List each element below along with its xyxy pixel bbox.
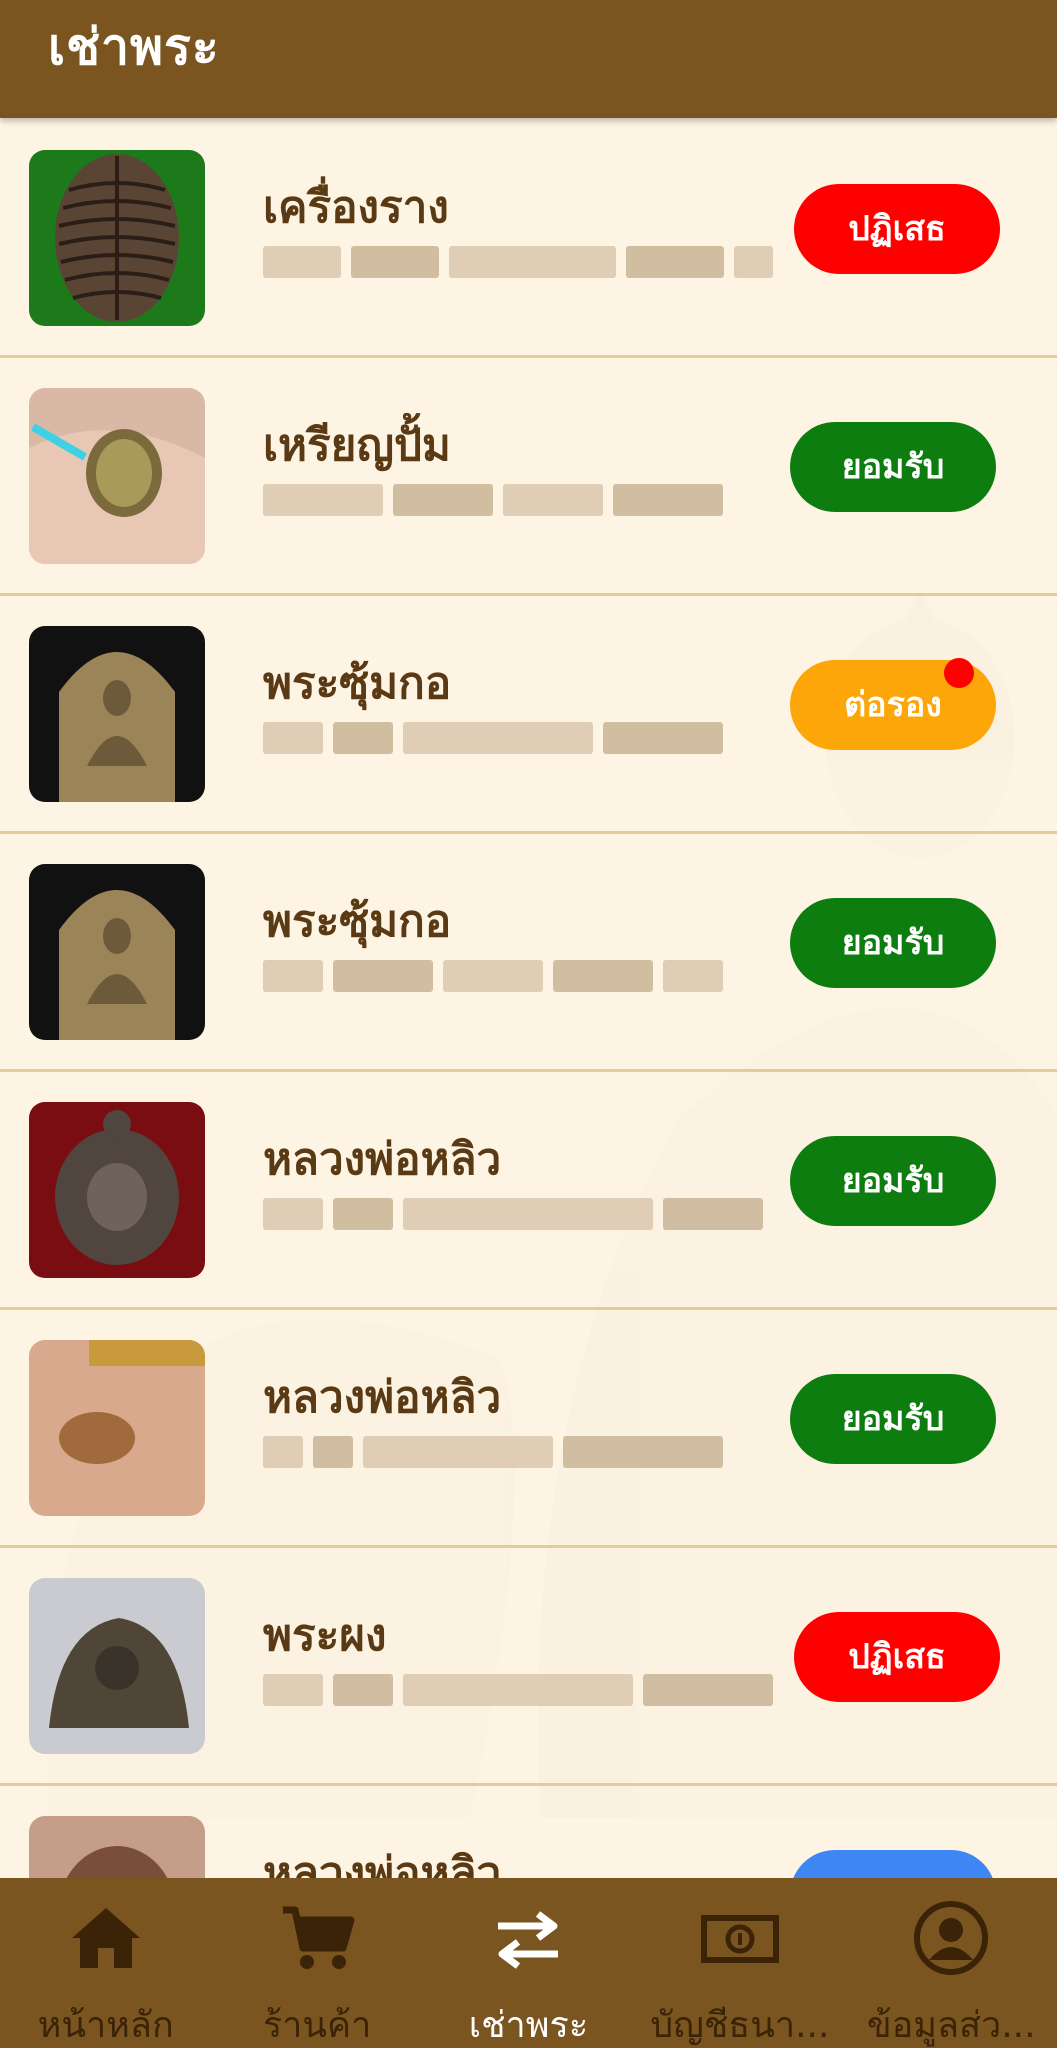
status-button[interactable]: ปฏิเสธ — [794, 1612, 1000, 1702]
item-thumbnail — [29, 1340, 205, 1516]
item-subtitle-redacted — [263, 1432, 773, 1472]
status-button[interactable]: ต่อรอง — [790, 658, 996, 750]
item-subtitle-redacted — [263, 480, 773, 520]
nav-label: หน้าหลัก — [37, 2005, 174, 2046]
item-thumbnail — [29, 1578, 205, 1754]
app-header: เช่าพระ — [0, 0, 1057, 118]
nav-bank-account[interactable]: บัญชีธนา... — [634, 1878, 845, 2048]
item-title: พระผง — [263, 1610, 387, 1661]
list-item[interactable]: เครื่องราง ปฏิเสธ — [0, 120, 1057, 358]
user-icon — [911, 1898, 991, 1978]
list-item[interactable]: พระผง ปฏิเสธ — [0, 1548, 1057, 1786]
swap-arrows-icon — [488, 1898, 568, 1978]
item-title: พระซุ้มกอ — [263, 658, 452, 709]
item-title: เหรียญปั้ม — [263, 420, 451, 471]
status-button[interactable]: ยอมรับ — [790, 898, 996, 988]
item-title: เครื่องราง — [263, 182, 449, 233]
status-button[interactable]: ยอมรับ — [790, 1374, 996, 1464]
item-thumbnail — [29, 150, 205, 326]
item-title: พระซุ้มกอ — [263, 896, 452, 947]
money-icon — [700, 1898, 780, 1978]
item-thumbnail — [29, 388, 205, 564]
nav-shop[interactable]: ร้านค้า — [211, 1878, 422, 2048]
home-icon — [66, 1898, 146, 1978]
notification-dot — [944, 658, 974, 688]
item-title: หลวงพ่อหลิว — [263, 1134, 502, 1185]
list-item[interactable]: พระซุ้มกอ ยอมรับ — [0, 834, 1057, 1072]
bottom-navigation: หน้าหลัก ร้านค้า เช่าพระ บัญชีธนา... ข้อ… — [0, 1878, 1057, 2048]
rental-list: เครื่องราง ปฏิเสธ เหรียญปั้ม ยอมรับ พระซ… — [0, 120, 1057, 1878]
item-subtitle-redacted — [263, 956, 773, 996]
status-button[interactable]: ยอมรับ — [790, 1136, 996, 1226]
nav-rent[interactable]: เช่าพระ — [423, 1878, 634, 2048]
item-title: หลวงพ่อหลิว — [263, 1372, 502, 1423]
item-subtitle-redacted — [263, 1670, 773, 1710]
list-item[interactable]: หลวงพ่อหลิว — [0, 1786, 1057, 1878]
status-button[interactable]: ปฏิเสธ — [794, 184, 1000, 274]
nav-label: บัญชีธนา... — [650, 2005, 830, 2046]
cart-icon — [277, 1898, 357, 1978]
status-button[interactable] — [790, 1850, 996, 1878]
item-thumbnail — [29, 1816, 205, 1878]
list-item[interactable]: หลวงพ่อหลิว ยอมรับ — [0, 1310, 1057, 1548]
nav-label: เช่าพระ — [468, 2005, 589, 2046]
nav-profile[interactable]: ข้อมูลส่ว... — [846, 1878, 1057, 2048]
nav-label: ข้อมูลส่ว... — [866, 2005, 1036, 2046]
status-button[interactable]: ยอมรับ — [790, 422, 996, 512]
item-subtitle-redacted — [263, 242, 773, 282]
item-thumbnail — [29, 1102, 205, 1278]
nav-home[interactable]: หน้าหลัก — [0, 1878, 211, 2048]
item-subtitle-redacted — [263, 718, 773, 758]
list-item[interactable]: หลวงพ่อหลิว ยอมรับ — [0, 1072, 1057, 1310]
item-thumbnail — [29, 864, 205, 1040]
nav-label: ร้านค้า — [262, 2005, 372, 2046]
item-thumbnail — [29, 626, 205, 802]
page-title: เช่าพระ — [48, 18, 220, 76]
rent-amulet-screen: เช่าพระ เครื่องราง ปฏิเสธ เหรียญปั้ม ยอม… — [0, 0, 1057, 2048]
list-item[interactable]: พระซุ้มกอ ต่อรอง — [0, 596, 1057, 834]
list-item[interactable]: เหรียญปั้ม ยอมรับ — [0, 358, 1057, 596]
item-title: หลวงพ่อหลิว — [263, 1848, 502, 1878]
item-subtitle-redacted — [263, 1194, 773, 1234]
